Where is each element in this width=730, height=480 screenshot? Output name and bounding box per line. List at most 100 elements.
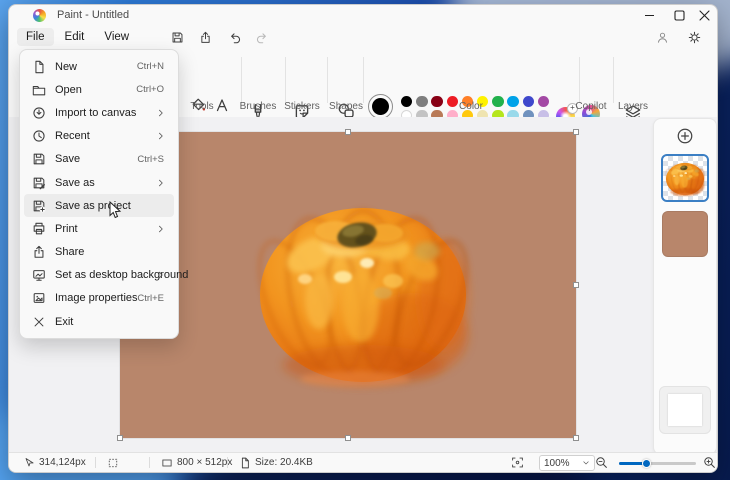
menu-item-open[interactable]: Open Ctrl+O: [24, 78, 174, 101]
primary-color-swatch[interactable]: [368, 94, 393, 119]
zoom-slider-thumb[interactable]: [642, 458, 651, 468]
account-icon[interactable]: [651, 27, 673, 47]
cursor-position-value: 314,124px: [39, 457, 86, 468]
canvas-handle-right[interactable]: [573, 282, 579, 288]
palette-color[interactable]: [522, 96, 534, 108]
import-icon: [33, 107, 45, 119]
shapes-label: Shapes: [329, 101, 363, 112]
zoom-out-button[interactable]: [595, 453, 608, 472]
zoom-out-icon: [596, 457, 607, 468]
redo-button[interactable]: [250, 27, 272, 47]
paint-app-icon: [33, 9, 46, 22]
image-properties-icon: [33, 293, 45, 304]
canvas-size-value: 800 × 512px: [177, 457, 233, 468]
menu-item-print[interactable]: Print: [24, 217, 174, 240]
palette-color[interactable]: [401, 96, 413, 108]
cursor-position-icon: [25, 457, 34, 466]
quick-share-button[interactable]: [194, 27, 216, 47]
selection-size-group: [107, 453, 119, 472]
menu-item-exit[interactable]: Exit: [24, 310, 174, 333]
ribbon-separator: [327, 57, 328, 103]
tools-label: Tools: [190, 101, 214, 112]
text-tool[interactable]: [214, 97, 230, 113]
save-as-project-icon: [32, 199, 46, 213]
ribbon-separator: [363, 57, 364, 103]
zoom-slider[interactable]: [619, 458, 696, 468]
palette-color[interactable]: [507, 96, 519, 108]
desktop: Paint - Untitled File Edit View Tools Br…: [0, 0, 730, 480]
file-size-icon: [241, 457, 249, 468]
palette-color[interactable]: [492, 96, 504, 108]
brushes-label: Brushes: [239, 101, 277, 112]
layers-label: Layers: [617, 101, 649, 112]
canvas-handle-bottom-right[interactable]: [573, 435, 579, 441]
titlebar[interactable]: Paint - Untitled: [9, 5, 717, 25]
view-menu-button[interactable]: View: [95, 28, 138, 46]
palette-color[interactable]: [446, 96, 458, 108]
layer-thumbnail-1-selected[interactable]: [661, 154, 709, 202]
chevron-right-icon: [159, 179, 163, 186]
file-size-group: Size: 20.4KB: [239, 453, 313, 472]
stickers-label: Stickers: [284, 101, 320, 112]
quick-save-button[interactable]: [166, 27, 188, 47]
layer-1-pumpkin-preview: [664, 157, 706, 199]
undo-button[interactable]: [224, 27, 246, 47]
layers-panel: [653, 118, 717, 455]
background-layer-thumbnail[interactable]: [659, 386, 711, 434]
mouse-cursor: [109, 201, 122, 219]
menubar: File Edit View: [9, 25, 717, 49]
chevron-right-icon: [159, 132, 163, 140]
canvas-handle-bottom-center[interactable]: [345, 435, 351, 441]
copilot-label: Copilot: [575, 101, 607, 112]
menu-item-save[interactable]: Save Ctrl+S: [24, 148, 174, 171]
menu-item-save-as[interactable]: Save as: [24, 171, 174, 194]
paint-window: Paint - Untitled File Edit View Tools Br…: [8, 4, 718, 473]
palette-color[interactable]: [416, 96, 428, 108]
save-as-icon: [32, 176, 46, 190]
menu-item-import-to-canvas[interactable]: Import to canvas: [24, 101, 174, 124]
canvas-handle-top-right[interactable]: [573, 129, 579, 135]
settings-gear-icon[interactable]: [683, 27, 705, 47]
zoom-level-value: 100%: [544, 457, 570, 469]
share-icon: [34, 245, 44, 258]
statusbar-separator: [95, 457, 96, 468]
menu-item-recent[interactable]: Recent: [24, 125, 174, 148]
open-folder-icon: [32, 85, 46, 96]
zoom-level-dropdown[interactable]: 100%: [539, 455, 595, 471]
chevron-right-icon: [159, 225, 163, 233]
menubar-right: [651, 25, 717, 49]
palette-color[interactable]: [431, 96, 443, 108]
menu-item-new[interactable]: New Ctrl+N: [24, 55, 174, 78]
canvas-size-icon: [162, 459, 172, 466]
file-menu-button[interactable]: File: [17, 28, 54, 46]
fit-to-screen-button[interactable]: [511, 453, 524, 472]
chevron-right-icon: [159, 109, 163, 117]
canvas[interactable]: [120, 132, 576, 438]
ribbon-separator: [579, 57, 580, 103]
canvas-size-group[interactable]: 800 × 512px: [161, 453, 232, 472]
new-file-icon: [35, 60, 44, 73]
background-layer-preview: [668, 394, 702, 426]
canvas-handle-top-center[interactable]: [345, 129, 351, 135]
zoom-in-button[interactable]: [703, 453, 716, 472]
menu-item-share[interactable]: Share: [24, 241, 174, 264]
edit-menu-button[interactable]: Edit: [56, 28, 94, 46]
minimize-button[interactable]: [634, 5, 664, 26]
menu-item-set-as-desktop-background[interactable]: Set as desktop background: [24, 264, 188, 287]
color-label: Color: [459, 101, 483, 112]
menu-item-save-as-project[interactable]: Save as project: [24, 194, 174, 218]
desktop-background-icon: [33, 270, 45, 282]
add-layer-button[interactable]: [676, 127, 694, 145]
save-icon: [33, 154, 45, 165]
close-button[interactable]: [689, 5, 717, 26]
print-icon: [33, 222, 45, 235]
exit-icon: [34, 317, 44, 327]
palette-color[interactable]: [537, 96, 550, 108]
layer-thumbnail-2[interactable]: [662, 211, 708, 257]
menu-item-image-properties[interactable]: Image properties Ctrl+E: [24, 287, 174, 310]
ribbon-separator: [613, 57, 614, 103]
canvas-handle-bottom-left[interactable]: [117, 435, 123, 441]
primary-color: [372, 98, 389, 115]
chevron-down-icon: [583, 461, 589, 465]
file-size-value: Size: 20.4KB: [255, 457, 313, 468]
